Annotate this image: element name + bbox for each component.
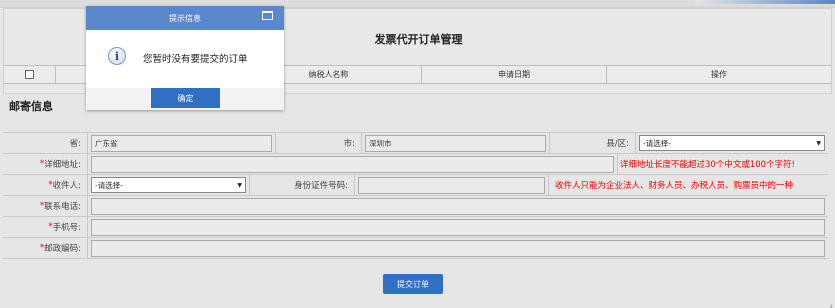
dialog-message: 您暂时没有要提交的订单 (143, 54, 248, 65)
select-all-checkbox[interactable] (25, 70, 34, 79)
dialog-footer: 确定 (86, 88, 284, 110)
dialog-header: 提示信息 (86, 6, 284, 30)
ok-button[interactable]: 确定 (151, 88, 220, 108)
phone-row: * 联系电话: (3, 196, 828, 217)
recipient-select[interactable]: -请选择- ▼ (91, 177, 246, 193)
postal-row: * 邮政编码: (3, 238, 828, 259)
scroll-indicator: ⁁ (830, 299, 832, 308)
dialog-body: i 您暂时没有要提交的订单 (86, 30, 284, 88)
submit-order-button[interactable]: 提交订单 (383, 274, 443, 294)
postal-label: 邮政编码: (44, 244, 81, 254)
maximize-icon[interactable] (262, 11, 273, 20)
column-header-actions: 操作 (711, 70, 727, 79)
id-number-label: 身份证件号码: (250, 175, 355, 195)
chevron-down-icon: ▼ (816, 139, 821, 147)
address-warning: 详细地址长度不能超过30个中文或100个字符! (620, 160, 795, 170)
recipient-label: 收件人: (52, 181, 81, 191)
mobile-label: 手机号: (52, 223, 81, 233)
recipient-row: * 收件人: -请选择- ▼ 身份证件号码: 收件人只能为企业法人、财务人员、办税… (3, 175, 828, 196)
postal-code-field[interactable] (91, 239, 825, 257)
address-field[interactable] (91, 155, 614, 173)
address-label: 详细地址: (44, 160, 81, 170)
recipient-warning: 收件人只能为企业法人、财务人员、办税人员、购票员中的一种 (555, 181, 794, 191)
dialog-title: 提示信息 (169, 13, 201, 23)
select-all-column[interactable] (4, 66, 56, 83)
phone-field[interactable] (91, 197, 825, 215)
column-header-apply-date: 申请日期 (422, 66, 607, 83)
mobile-row: * 手机号: (3, 217, 828, 238)
mail-info-title: 邮寄信息 (9, 100, 53, 113)
recipient-select-value: -请选择- (95, 180, 123, 190)
info-dialog: 提示信息 i 您暂时没有要提交的订单 确定 (86, 6, 284, 110)
county-label: 县/区: (550, 133, 636, 153)
info-icon: i (108, 47, 126, 65)
id-number-field[interactable] (358, 176, 545, 194)
city-label: 市: (276, 133, 362, 153)
address-row: * 详细地址: 详细地址长度不能超过30个中文或100个字符! (3, 154, 828, 175)
phone-label: 联系电话: (44, 202, 81, 212)
chevron-down-icon: ▼ (237, 181, 242, 189)
county-select[interactable]: -请选择- ▼ (639, 135, 825, 151)
province-label: 省: (3, 133, 88, 153)
mobile-field[interactable] (91, 218, 825, 236)
city-field[interactable]: 深圳市 (365, 134, 546, 152)
mail-info-form: 省: 广东省 市: 深圳市 县/区: -请选择- ▼ * 详细地址: 详细地址长度… (3, 132, 828, 259)
region-row: 省: 广东省 市: 深圳市 县/区: -请选择- ▼ (3, 133, 828, 154)
province-field[interactable]: 广东省 (91, 134, 272, 152)
county-select-value: -请选择- (643, 138, 671, 148)
